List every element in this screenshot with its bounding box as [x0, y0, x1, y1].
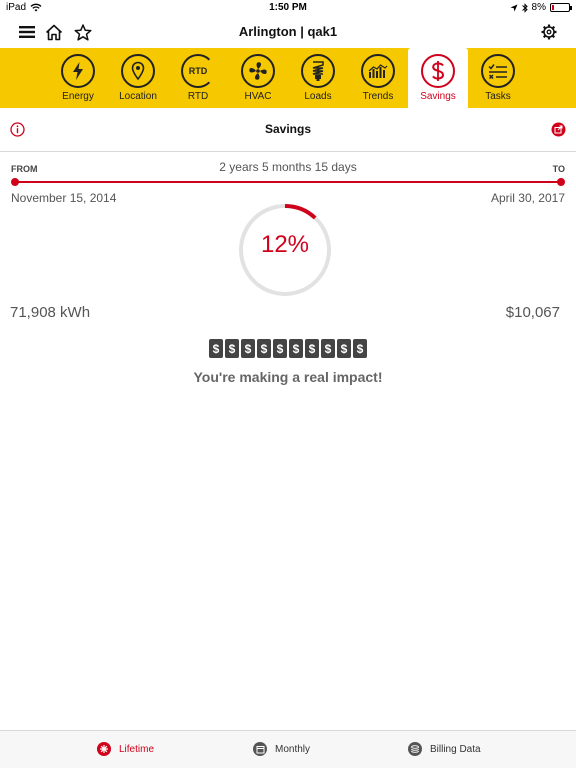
nav-item-loads[interactable]: Loads — [288, 48, 348, 108]
calendar-icon — [253, 742, 267, 756]
gear-icon — [541, 24, 557, 40]
counter-digit: $ — [353, 339, 367, 358]
settings-button[interactable] — [538, 21, 560, 43]
counter-digit: $ — [305, 339, 319, 358]
counter-digit: $ — [337, 339, 351, 358]
section-title: Savings — [264, 122, 312, 136]
fan-icon — [249, 62, 267, 80]
counter-digit: $ — [209, 339, 223, 358]
money-saved: $10,067 — [505, 304, 560, 321]
nav-item-rtd[interactable]: RTD RTD — [168, 48, 228, 108]
counter-digit: $ — [225, 339, 239, 358]
bluetooth-icon — [521, 2, 528, 13]
bar-chart-icon — [368, 64, 388, 78]
share-icon — [551, 122, 566, 137]
lightning-icon — [73, 62, 83, 80]
billing-icon — [408, 742, 422, 756]
tab-billing-data[interactable]: Billing Data — [408, 742, 481, 756]
dollar-icon — [432, 61, 445, 81]
counter-digit: $ — [257, 339, 271, 358]
nav-item-trends[interactable]: Trends — [348, 48, 408, 108]
main-nav: Energy Location RTD RTD HVAC Loads Trend… — [0, 48, 576, 108]
nav-item-hvac[interactable]: HVAC — [228, 48, 288, 108]
timeline-start-handle[interactable] — [11, 178, 19, 186]
checklist-icon — [488, 64, 507, 79]
savings-percent: 12% — [260, 231, 310, 258]
to-date: April 30, 2017 — [490, 191, 565, 205]
counter-digit: $ — [321, 339, 335, 358]
app-header: Arlington | qak1 — [0, 16, 576, 48]
dollar-counter: $ $ $ $ $ $ $ $ $ $ — [0, 339, 576, 358]
nav-item-savings[interactable]: Savings — [408, 48, 468, 108]
counter-digit: $ — [241, 339, 255, 358]
bulb-icon — [312, 61, 324, 81]
nav-item-tasks[interactable]: Tasks — [468, 48, 528, 108]
duration-text: 2 years 5 months 15 days — [219, 160, 357, 174]
location-arrow-icon — [510, 4, 518, 11]
nav-item-energy[interactable]: Energy — [48, 48, 108, 108]
page-title: Arlington | qak1 — [238, 24, 338, 39]
share-button[interactable] — [551, 122, 566, 142]
savings-header: Savings — [0, 108, 576, 152]
from-date: November 15, 2014 — [11, 191, 117, 205]
timeline-end-handle[interactable] — [557, 178, 565, 186]
tab-lifetime[interactable]: Lifetime — [97, 742, 154, 756]
clock: 1:50 PM — [269, 2, 307, 13]
rtd-icon: RTD — [188, 66, 208, 76]
impact-message: You're making a real impact! — [193, 369, 383, 385]
counter-digit: $ — [289, 339, 303, 358]
battery-percent: 8% — [531, 2, 546, 13]
lifetime-icon — [97, 742, 111, 756]
counter-digit: $ — [273, 339, 287, 358]
timeline-line — [14, 181, 562, 183]
tab-monthly[interactable]: Monthly — [253, 742, 310, 756]
energy-saved: 71,908 kWh — [10, 304, 91, 321]
bottom-tab-bar: Lifetime Monthly Billing Data — [0, 730, 576, 768]
battery-icon — [550, 3, 572, 12]
nav-item-location[interactable]: Location — [108, 48, 168, 108]
location-pin-icon — [131, 61, 145, 81]
status-bar: iPad 1:50 PM 8% — [0, 0, 576, 16]
